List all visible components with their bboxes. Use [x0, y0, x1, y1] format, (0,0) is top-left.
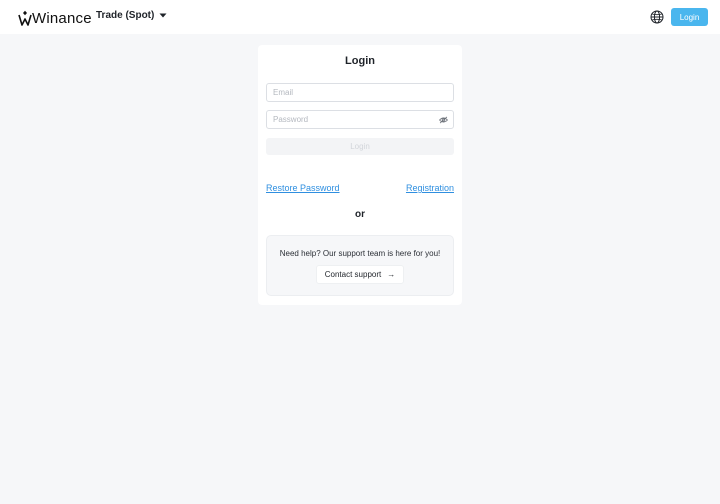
trade-menu-label: Trade (Spot) [96, 10, 155, 21]
login-submit-button[interactable]: Login [266, 138, 454, 155]
password-input[interactable] [267, 111, 453, 128]
email-field-wrapper [266, 83, 454, 102]
support-help-text: Need help? Our support team is here for … [279, 249, 441, 258]
eye-slash-icon[interactable] [439, 116, 448, 124]
login-title: Login [345, 55, 375, 67]
header-login-button[interactable]: Login [671, 8, 708, 26]
restore-password-link[interactable]: Restore Password [266, 183, 340, 193]
login-card: Login Login Restore Password Registratio… [258, 45, 462, 305]
email-input[interactable] [267, 84, 453, 101]
winance-crown-icon [18, 10, 32, 26]
caret-down-icon [159, 13, 167, 18]
password-field-wrapper [266, 110, 454, 129]
arrow-right-icon: → [387, 270, 396, 279]
logo-text: Winance [32, 10, 92, 27]
trade-spot-menu[interactable]: Trade (Spot) [96, 10, 167, 21]
contact-support-label: Contact support [324, 270, 382, 279]
or-divider: or [355, 209, 365, 220]
globe-icon[interactable] [650, 10, 664, 24]
winance-logo[interactable]: Winance [18, 8, 92, 26]
contact-support-button[interactable]: Contact support → [316, 265, 404, 284]
registration-link[interactable]: Registration [406, 183, 454, 193]
top-navigation-bar: Winance Trade (Spot) Login [0, 0, 720, 34]
support-help-box: Need help? Our support team is here for … [266, 235, 454, 296]
